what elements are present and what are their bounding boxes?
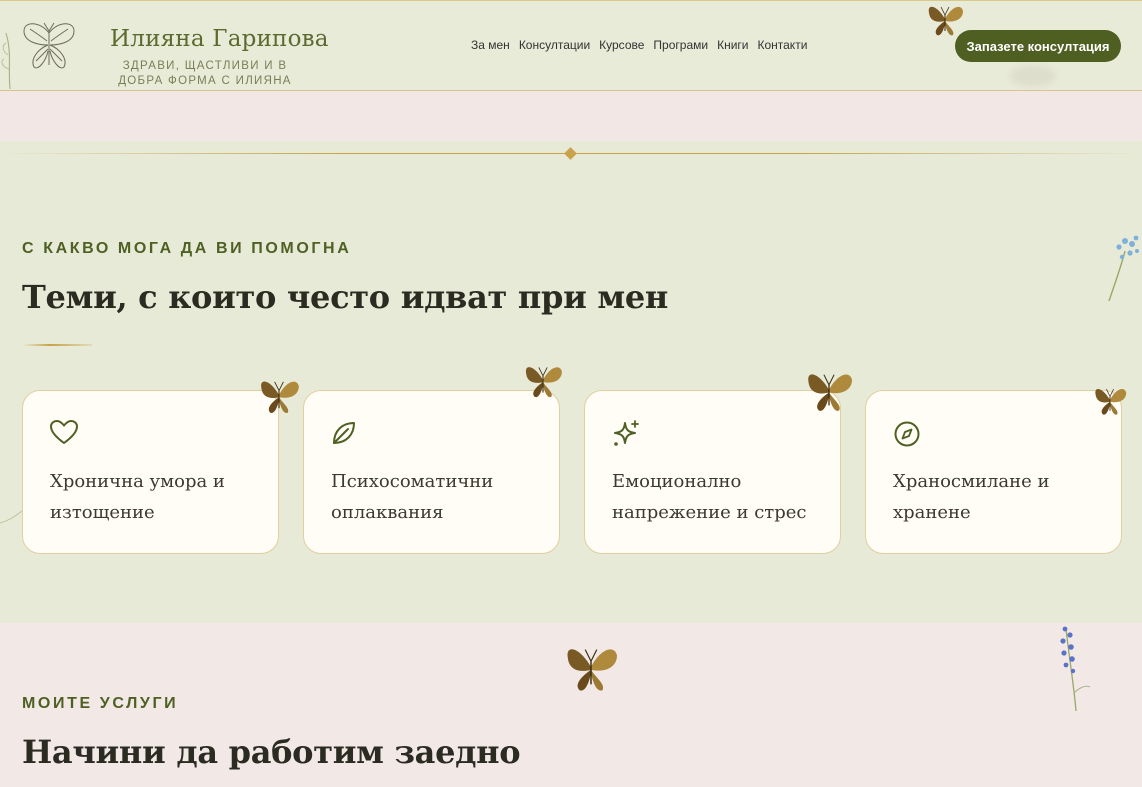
help-section: С КАКВО МОГА ДА ВИ ПОМОГНА Теми, с които… <box>0 141 1142 623</box>
butterfly-decoration-icon <box>807 373 853 412</box>
logo[interactable]: Илияна Гарипова ЗДРАВИ, ЩАСТЛИВИ И В ДОБ… <box>0 11 329 89</box>
nav-item-about[interactable]: За мен <box>471 38 510 52</box>
nav-item-courses[interactable]: Курсове <box>599 38 644 52</box>
topic-card-text: Психосоматични оплаквания <box>331 471 494 523</box>
services-eyebrow: МОИТЕ УСЛУГИ <box>22 695 179 712</box>
topic-card-text: Храносмилане и хранене <box>893 471 1050 523</box>
site-header: Илияна Гарипова ЗДРАВИ, ЩАСТЛИВИ И В ДОБ… <box>0 0 1142 91</box>
services-title: Начини да работим заедно <box>22 733 521 771</box>
butterfly-decoration-icon <box>1095 388 1127 416</box>
topic-card-text: Хронична умора и изтощение <box>50 471 225 523</box>
nav-item-consultations[interactable]: Консултации <box>519 38 590 52</box>
topic-card[interactable]: Храносмилане и хранене <box>865 388 1127 554</box>
title-underline <box>22 344 92 346</box>
nav-item-programs[interactable]: Програми <box>653 38 708 52</box>
sprig-icon <box>1 32 11 89</box>
blue-flower-icon <box>1108 235 1139 301</box>
nav-item-books[interactable]: Книги <box>717 38 748 52</box>
leaf-decoration-icon <box>0 510 23 524</box>
help-eyebrow: С КАКВО МОГА ДА ВИ ПОМОГНА <box>22 240 352 257</box>
help-title: Теми, с които често идват при мен <box>22 278 669 316</box>
butterfly-decoration-icon <box>928 6 964 36</box>
decor-shadow <box>1010 65 1056 87</box>
nav-item-contacts[interactable]: Контакти <box>757 38 807 52</box>
brand-name: Илияна Гарипова <box>110 26 329 52</box>
leaf-icon <box>333 422 355 444</box>
hero-bottom-strip <box>0 91 1142 141</box>
book-consultation-button[interactable]: Запазете консултация <box>955 30 1121 62</box>
compass-icon <box>894 421 920 447</box>
topic-card[interactable]: Хронична умора и изтощение <box>22 381 300 554</box>
topic-card[interactable]: Емоционално напрежение и стрес <box>584 373 853 554</box>
butterfly-logo-icon <box>23 22 75 69</box>
topic-card-text: Емоционално напрежение и стрес <box>612 471 807 523</box>
butterfly-decoration-icon <box>260 381 300 414</box>
main-nav: За мен Консултации Курсове Програми Книг… <box>471 38 807 52</box>
butterfly-decoration-icon <box>566 648 618 692</box>
divider-diamond <box>564 147 577 160</box>
heart-icon <box>50 420 78 444</box>
sparkle-icon <box>614 420 639 446</box>
butterfly-decoration-icon <box>525 366 563 398</box>
topics-cards: Хронична умора и изтощение Психосоматичн… <box>22 366 1127 554</box>
brand-tagline: ЗДРАВИ, ЩАСТЛИВИ И В ДОБРА ФОРМА С ИЛИЯН… <box>118 60 292 87</box>
lavender-flower-icon <box>1060 626 1091 711</box>
services-section: МОИТЕ УСЛУГИ Начини да работим заедно <box>0 623 1142 787</box>
topic-card[interactable]: Психосоматични оплаквания <box>303 366 563 554</box>
